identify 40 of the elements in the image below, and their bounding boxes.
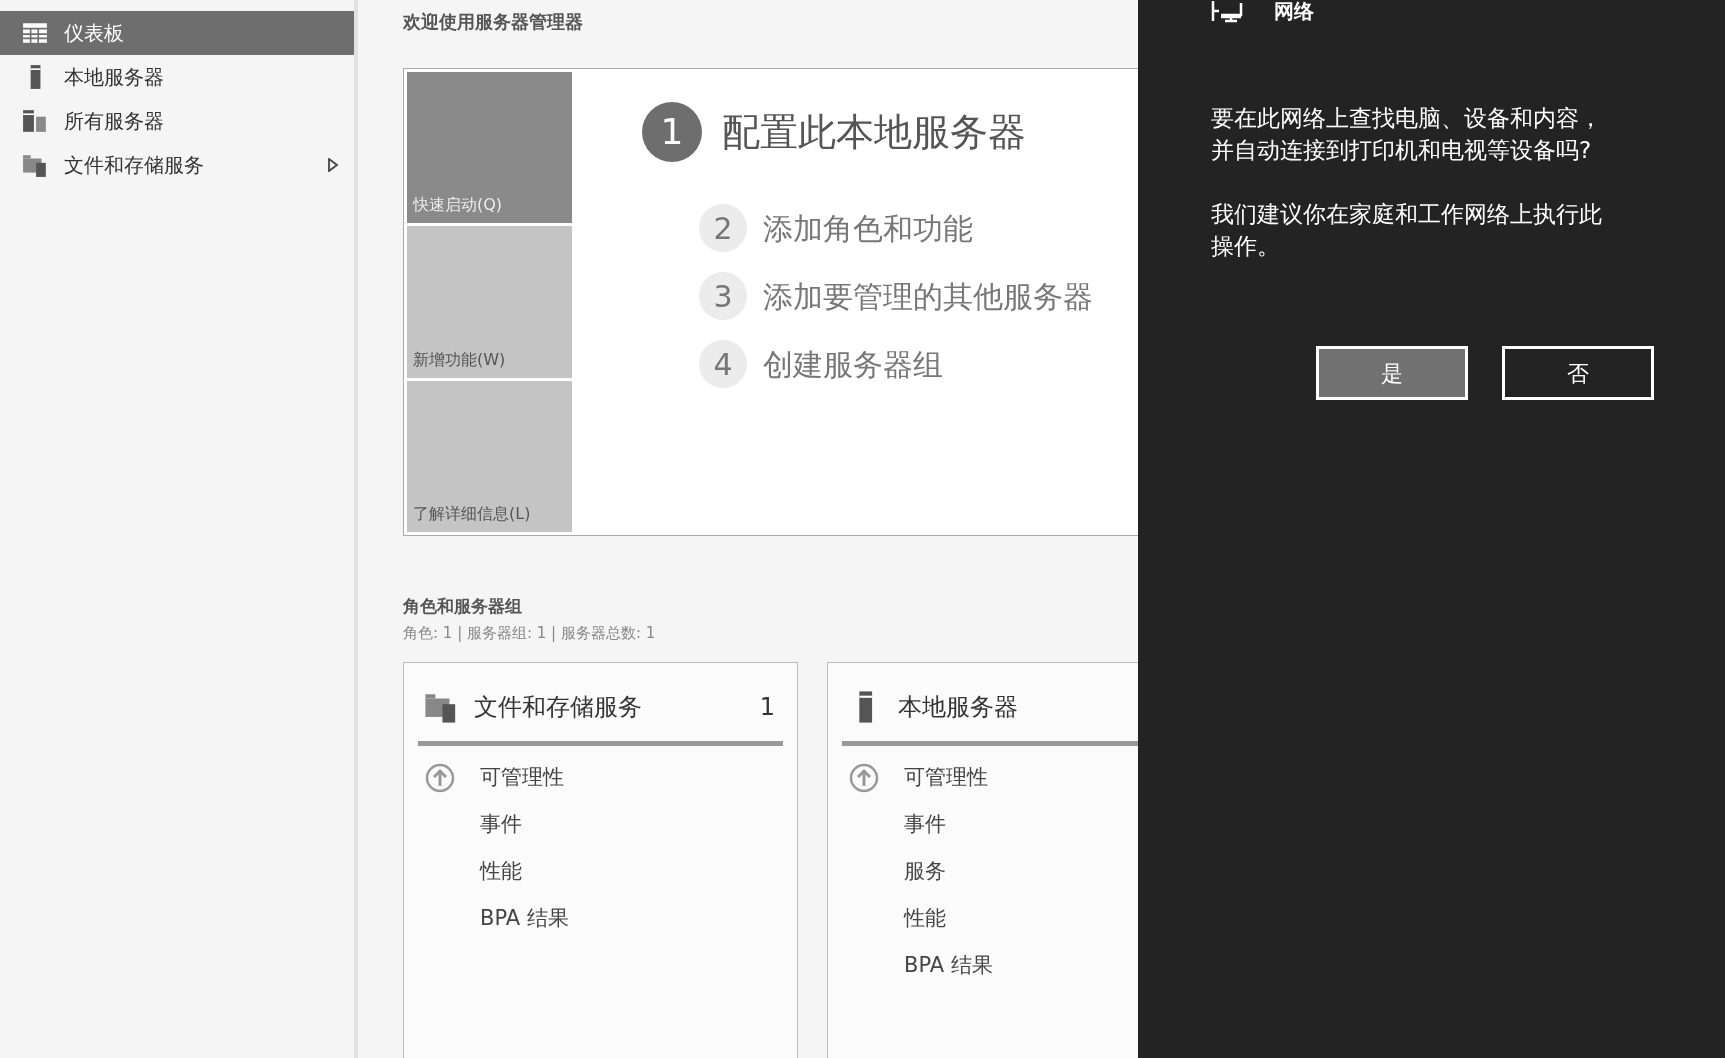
page-title: 欢迎使用服务器管理器 xyxy=(403,10,584,34)
sidebar-item[interactable]: 仪表板 xyxy=(0,11,354,55)
step-link[interactable]: 添加角色和功能 xyxy=(763,205,973,251)
card-title[interactable]: 本地服务器 xyxy=(898,689,1138,725)
dialog-button[interactable]: 否 xyxy=(1502,346,1654,400)
dashboard-icon xyxy=(22,20,48,46)
card-link[interactable]: 可管理性 xyxy=(480,761,564,794)
tile[interactable]: 新增功能(W) xyxy=(407,226,572,378)
panel-text: 我们建议你在家庭和工作网络上执行此操作。 xyxy=(1211,200,1603,261)
section-heading: 角色和服务器组 xyxy=(403,595,523,618)
step-number: 2 xyxy=(699,204,747,252)
step-link[interactable]: 添加要管理的其他服务器 xyxy=(763,273,1093,319)
expand-arrow-icon[interactable] xyxy=(326,158,340,172)
servers-icon xyxy=(22,108,48,134)
folder-server-icon xyxy=(22,152,48,178)
card-link[interactable]: BPA 结果 xyxy=(904,949,993,982)
sidebar-item[interactable]: 本地服务器 xyxy=(0,55,354,99)
step-link[interactable]: 配置此本地服务器 xyxy=(722,103,1026,161)
card-link[interactable]: 性能 xyxy=(904,902,946,935)
panel-text: 要在此网络上查找电脑、设备和内容，并自动连接到打印机和电视等设备吗? xyxy=(1211,104,1603,165)
step-number: 4 xyxy=(699,340,747,388)
dialog-button[interactable]: 是 xyxy=(1316,346,1468,400)
sidebar-item[interactable]: 所有服务器 xyxy=(0,99,354,143)
card-link[interactable]: BPA 结果 xyxy=(480,902,569,935)
step-number: 1 xyxy=(642,102,702,162)
tile[interactable]: 了解详细信息(L) xyxy=(407,380,572,532)
panel-title: 网络 xyxy=(1274,0,1314,25)
card-link[interactable]: 服务 xyxy=(904,855,946,888)
up-arrow-circle-icon xyxy=(424,761,456,794)
card-link[interactable]: 性能 xyxy=(480,855,522,888)
up-arrow-circle-icon xyxy=(848,761,880,794)
step-number: 3 xyxy=(699,272,747,320)
count-text: 1 xyxy=(759,692,775,723)
card-link[interactable]: 事件 xyxy=(480,808,522,841)
step-link[interactable]: 创建服务器组 xyxy=(763,341,943,387)
sidebar-item[interactable]: 文件和存储服务 xyxy=(0,143,354,187)
card-link[interactable]: 事件 xyxy=(904,808,946,841)
card-title[interactable]: 文件和存储服务 xyxy=(474,689,744,725)
card-link[interactable]: 可管理性 xyxy=(904,761,988,794)
summary-text: 角色: 1 | 服务器组: 1 | 服务器总数: 1 xyxy=(403,622,657,644)
